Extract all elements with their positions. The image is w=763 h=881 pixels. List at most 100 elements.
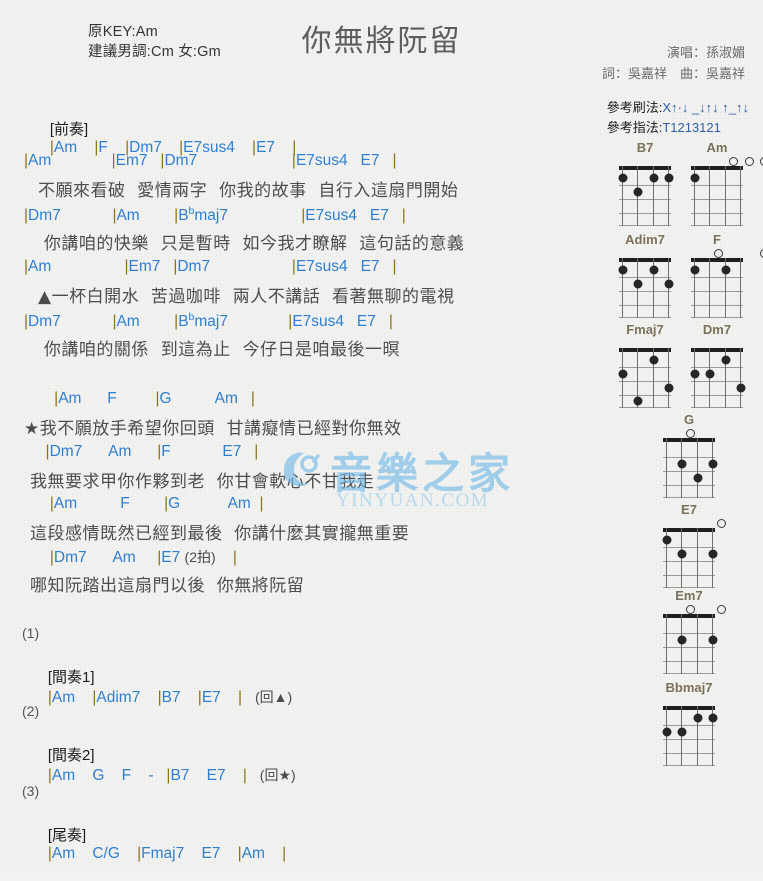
finger-dot: [633, 397, 642, 406]
fret-line: [663, 633, 715, 634]
intro-label: [前奏]: [50, 121, 88, 138]
finger-dot: [618, 370, 627, 379]
fret-line: [663, 575, 715, 576]
string-line: [697, 528, 698, 588]
finger-dot: [721, 266, 730, 275]
chord-diagram-name: B7: [619, 140, 671, 156]
chord-diagram-name: Dm7: [691, 322, 743, 338]
verse1-lyrics-1: 不願來看破 愛情兩字 你我的故事 自行入這扇門開始: [38, 176, 458, 201]
chorus-lyrics-2: 我無要求甲你作夥到老 你甘會軟心不甘我走: [30, 467, 374, 492]
verse1-lyrics-2: 你講咱的快樂 只是暫時 如今我才瞭解 這句話的意義: [38, 229, 464, 254]
open-string-circle-icon: [686, 605, 695, 614]
chord-diagram-em7: Em7: [663, 588, 715, 674]
open-string-markers: [691, 157, 743, 166]
nut-line: [663, 706, 715, 710]
open-string-markers: [663, 697, 715, 706]
verse1-chords-3: |Am |Em7 |Dm7 |E7sus4 E7 |: [24, 258, 396, 276]
finger-dot: [690, 266, 699, 275]
interlude2-line: [間奏2] |Am G F - |B7 E7 | (回★): [22, 726, 296, 803]
finger-dot: [662, 536, 671, 545]
open-string-markers: [691, 339, 743, 348]
fret-line: [691, 381, 743, 382]
chorus-lyrics-1: ★我不願放手希望你回頭 甘講癡情已經對你無效: [24, 414, 402, 439]
fretboard-grid: [691, 166, 743, 226]
chord-diagram-name: Fmaj7: [619, 322, 671, 338]
chord-diagram-name: Em7: [663, 588, 715, 604]
fret-line: [619, 199, 671, 200]
fret-line: [619, 277, 671, 278]
fretboard-grid: [619, 348, 671, 408]
string-line: [666, 614, 667, 674]
nut-line: [691, 166, 743, 170]
finger-dot: [708, 460, 717, 469]
interlude1-label: [間奏1]: [48, 669, 95, 686]
nut-line: [663, 438, 715, 442]
fret-line: [663, 647, 715, 648]
chorus-chords-3: |Am F |G Am |: [24, 495, 263, 513]
fret-line: [663, 485, 715, 486]
singer-line: 演唱：孫淑媚: [602, 42, 745, 63]
string-line: [740, 258, 741, 318]
fret-line: [691, 407, 743, 408]
outro-chords: |Am C/G |Fmaj7 E7 |Am |: [48, 845, 286, 862]
fret-line: [663, 497, 715, 498]
fretboard-grid: [691, 348, 743, 408]
open-string-circle-icon: [760, 157, 763, 166]
open-string-circle-icon: [717, 519, 726, 528]
chord-diagram-am: Am: [691, 140, 743, 226]
open-string-markers: [663, 429, 715, 438]
finger-dot: [693, 714, 702, 723]
verse1-chords-2: |Dm7 |Am |Bbmaj7 |E7sus4 E7 |: [24, 205, 406, 225]
fret-line: [691, 291, 743, 292]
string-line: [725, 166, 726, 226]
finger-dot: [618, 174, 627, 183]
fret-line: [691, 277, 743, 278]
string-line: [668, 348, 669, 408]
nut-line: [663, 614, 715, 618]
chorus-chords-1: |Am F |G Am |: [24, 390, 255, 408]
string-line: [697, 614, 698, 674]
fret-line: [691, 367, 743, 368]
chord-diagram-name: E7: [663, 502, 715, 518]
interlude1-line: [間奏1] |Am |Adim7 |B7 |E7 | (回▲): [22, 648, 292, 725]
open-string-circle-icon: [686, 429, 695, 438]
finger-dot: [633, 280, 642, 289]
fret-line: [619, 185, 671, 186]
open-string-markers: [663, 519, 715, 528]
finger-dot: [677, 728, 686, 737]
string-line: [709, 166, 710, 226]
open-string-markers: [619, 157, 671, 166]
chord-diagram-dm7: Dm7: [691, 322, 743, 408]
chorus-chords-2: |Dm7 Am |F E7 |: [24, 443, 258, 461]
fret-line: [691, 225, 743, 226]
finger-dot: [708, 636, 717, 645]
strum-pattern-row: 參考刷法:X↑·↓ _↓↑↓ ↑_↑↓: [607, 98, 749, 118]
fret-line: [619, 305, 671, 306]
finger-dot: [633, 188, 642, 197]
chord-diagram-bbmaj7: Bbmaj7: [663, 680, 715, 766]
fret-line: [691, 185, 743, 186]
string-line: [666, 438, 667, 498]
chord-diagram-name: Bbmaj7: [663, 680, 715, 696]
fret-line: [663, 661, 715, 662]
finger-dot: [690, 370, 699, 379]
outro-number: (3): [22, 783, 39, 799]
open-string-circle-icon: [760, 249, 763, 258]
fret-line: [663, 765, 715, 766]
interlude1-number: (1): [22, 625, 39, 641]
chord-diagram-e7: E7: [663, 502, 715, 588]
nut-line: [619, 348, 671, 352]
fret-line: [663, 471, 715, 472]
chorus-chords-4: |Dm7 Am |E7 (2拍) |: [24, 547, 237, 567]
string-line: [740, 166, 741, 226]
chord-diagram-adim7: Adim7: [619, 232, 671, 318]
fretboard-grid: [691, 258, 743, 318]
fret-line: [663, 739, 715, 740]
interlude2-number: (2): [22, 703, 39, 719]
fretboard-grid: [663, 528, 715, 588]
fret-line: [691, 199, 743, 200]
chord-diagram-name: Adim7: [619, 232, 671, 248]
fretboard-grid: [663, 438, 715, 498]
finger-pattern-value: T1213121: [662, 120, 721, 135]
finger-dot: [677, 636, 686, 645]
